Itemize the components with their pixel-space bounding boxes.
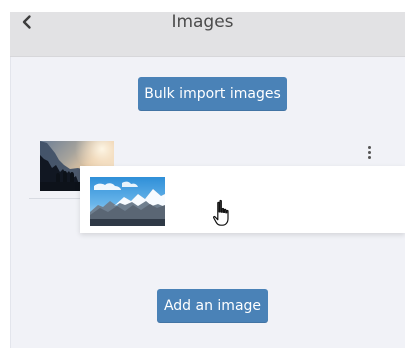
menu-dot [367,146,371,149]
add-an-image-button[interactable]: Add an image [157,289,268,323]
menu-dot [367,151,371,154]
bulk-import-images-button[interactable]: Bulk import images [138,77,287,111]
menu-dot [367,156,371,159]
hand-cursor-icon [212,199,234,227]
page-title: Images [171,12,234,32]
snowy-mountain-image [90,177,165,226]
images-page: Images Bulk import images Add an image [0,0,405,348]
image-thumbnail-2[interactable] [90,177,165,226]
vertical-ellipsis-icon[interactable] [365,146,373,160]
